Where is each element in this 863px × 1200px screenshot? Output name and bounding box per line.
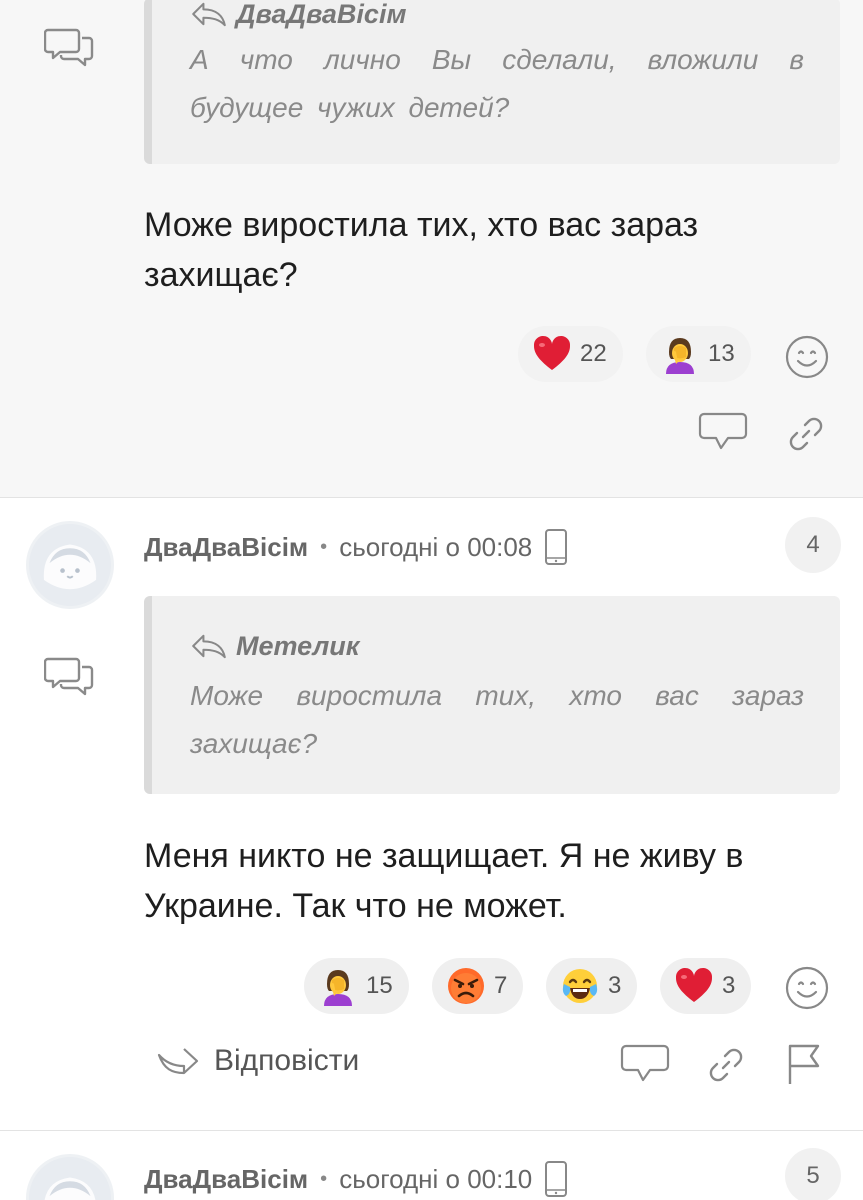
comment-meta: ДваДваВісім • сьогодні о 00:08 bbox=[144, 528, 568, 566]
comment-number-badge[interactable]: 4 bbox=[785, 517, 841, 573]
facepalm-icon bbox=[318, 966, 358, 1006]
thread-chat-icon[interactable] bbox=[44, 655, 96, 699]
reaction-facepalm[interactable]: 15 bbox=[304, 958, 409, 1014]
reaction-count: 13 bbox=[708, 340, 735, 367]
quote-text: Може виростила тих, хто вас зараз захища… bbox=[190, 680, 804, 759]
comment-bubble-icon[interactable] bbox=[620, 1042, 670, 1086]
reaction-angry[interactable]: 7 bbox=[432, 958, 524, 1014]
avatar-placeholder-icon bbox=[29, 1157, 111, 1200]
facepalm-icon bbox=[660, 334, 700, 374]
reply-forward-icon bbox=[156, 1045, 200, 1077]
quote-block: ДваДваВісім А что лично Вы сделали, влож… bbox=[144, 0, 840, 164]
avatar-placeholder-icon bbox=[29, 524, 111, 606]
quote-text: А что лично Вы сделали, вложили в будуще… bbox=[190, 44, 804, 123]
link-icon[interactable] bbox=[786, 414, 826, 454]
tears-of-joy-icon bbox=[560, 966, 600, 1006]
quote-author[interactable]: ДваДваВісім bbox=[190, 0, 804, 32]
timestamp[interactable]: сьогодні о 00:10 bbox=[339, 1164, 532, 1195]
mobile-device-icon bbox=[544, 528, 568, 566]
reaction-count: 15 bbox=[366, 972, 393, 999]
reaction-count: 3 bbox=[608, 972, 622, 999]
quote-author[interactable]: Метелик bbox=[190, 626, 804, 666]
comment-1: ДваДваВісім А что лично Вы сделали, влож… bbox=[0, 0, 863, 498]
reply-arrow-icon bbox=[190, 1, 228, 27]
add-reaction-icon[interactable] bbox=[784, 965, 830, 1011]
mobile-device-icon bbox=[544, 1160, 568, 1198]
quote-author-name: Метелик bbox=[236, 630, 360, 661]
angry-face-icon bbox=[446, 966, 486, 1006]
reaction-joy[interactable]: 3 bbox=[546, 958, 638, 1014]
comment-text: Може виростила тих, хто вас зараз захища… bbox=[144, 206, 699, 294]
reaction-count: 22 bbox=[580, 340, 607, 367]
author-name[interactable]: ДваДваВісім bbox=[144, 1164, 308, 1195]
comment-number-badge[interactable]: 5 bbox=[785, 1148, 841, 1200]
reply-label: Відповісти bbox=[214, 1044, 360, 1077]
quote-block: Метелик Може виростила тих, хто вас зара… bbox=[144, 596, 840, 794]
thread-chat-icon[interactable] bbox=[44, 26, 96, 70]
quote-author-name: ДваДваВісім bbox=[236, 0, 407, 29]
reaction-heart[interactable]: 22 bbox=[518, 326, 623, 382]
report-flag-icon[interactable] bbox=[784, 1042, 824, 1086]
heart-icon bbox=[674, 966, 714, 1006]
comment-text: Меня никто не защищает. Я не живу в Укра… bbox=[144, 837, 744, 925]
timestamp[interactable]: сьогодні о 00:08 bbox=[339, 532, 532, 563]
comment-meta: ДваДваВісім • сьогодні о 00:10 bbox=[144, 1160, 568, 1198]
reply-arrow-icon bbox=[190, 633, 228, 659]
meta-separator: • bbox=[320, 1167, 328, 1190]
reaction-count: 7 bbox=[494, 972, 508, 999]
reaction-facepalm[interactable]: 13 bbox=[646, 326, 751, 382]
meta-separator: • bbox=[320, 535, 328, 558]
author-name[interactable]: ДваДваВісім bbox=[144, 532, 308, 563]
comment-bubble-icon[interactable] bbox=[698, 410, 748, 454]
comment-3: ДваДваВісім • сьогодні о 00:10 5 bbox=[0, 1132, 863, 1200]
reply-button[interactable]: Відповісти bbox=[156, 1044, 359, 1078]
avatar[interactable] bbox=[26, 521, 114, 609]
link-icon[interactable] bbox=[706, 1045, 746, 1085]
comment-2: ДваДваВісім • сьогодні о 00:08 4 Метелик… bbox=[0, 499, 863, 1131]
reaction-heart[interactable]: 3 bbox=[660, 958, 752, 1014]
heart-icon bbox=[532, 334, 572, 374]
reaction-count: 3 bbox=[722, 972, 736, 999]
avatar[interactable] bbox=[26, 1154, 114, 1200]
add-reaction-icon[interactable] bbox=[784, 334, 830, 380]
